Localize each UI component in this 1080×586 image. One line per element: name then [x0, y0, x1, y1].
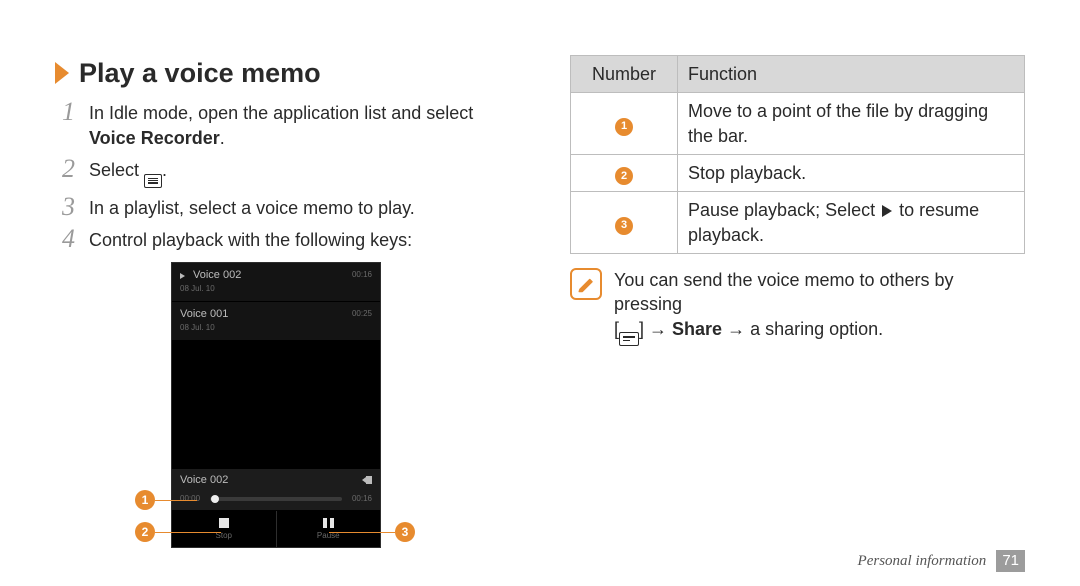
step-body: In a playlist, select a voice memo to pl…	[89, 194, 510, 220]
row-number-bubble: 2	[615, 167, 633, 185]
stop-icon	[219, 518, 229, 528]
step-4: 4 Control playback with the following ke…	[55, 226, 510, 252]
memo-date: 08 Jul. 10	[180, 284, 372, 295]
memo-duration: 00:16	[352, 270, 372, 281]
function-table: Number Function 1 Move to a point of the…	[570, 55, 1025, 254]
progress-bar-row: 00:00 00:16	[172, 490, 380, 511]
table-row: 1 Move to a point of the file by draggin…	[571, 93, 1025, 155]
table-row: 2 Stop playback.	[571, 154, 1025, 191]
callout-1: 1	[135, 490, 155, 510]
memo-title: Voice 002	[193, 268, 241, 283]
note-box: You can send the voice memo to others by…	[570, 268, 1025, 346]
now-playing-title: Voice 002	[180, 473, 228, 488]
step-number: 3	[55, 194, 75, 220]
elapsed-time: 00:00	[180, 494, 204, 505]
page-footer: Personal information 71	[858, 550, 1025, 572]
memo-date: 08 Jul. 10	[180, 323, 372, 334]
callout-2: 2	[135, 522, 155, 542]
callout-1-leader	[155, 500, 197, 501]
progress-track	[210, 497, 342, 501]
pause-button: Pause	[276, 511, 381, 547]
play-icon	[882, 205, 892, 217]
step-number: 1	[55, 99, 75, 125]
callout-2-leader	[155, 532, 221, 533]
callout-3: 3	[395, 522, 415, 542]
speaker-icon	[362, 476, 372, 484]
play-indicator-icon	[180, 273, 185, 279]
steps-list: 1 In Idle mode, open the application lis…	[55, 99, 510, 252]
th-number: Number	[571, 56, 678, 93]
phone-figure: Voice 002 00:16 08 Jul. 10 Voice 001 00:…	[171, 262, 381, 548]
step-body: Control playback with the following keys…	[89, 226, 510, 252]
step-2: 2 Select .	[55, 156, 510, 188]
note-icon	[570, 268, 602, 300]
step-3: 3 In a playlist, select a voice memo to …	[55, 194, 510, 220]
row-number-bubble: 1	[615, 118, 633, 136]
row-function: Stop playback.	[678, 154, 1025, 191]
memo-title: Voice 001	[180, 307, 228, 322]
step-body: In Idle mode, open the application list …	[89, 99, 510, 150]
row-function: Move to a point of the file by dragging …	[678, 93, 1025, 155]
phone-screen: Voice 002 00:16 08 Jul. 10 Voice 001 00:…	[171, 262, 381, 548]
pause-icon	[323, 518, 334, 528]
now-playing-panel: Voice 002 00:00 00:16	[172, 468, 380, 511]
row-number-bubble: 3	[615, 217, 633, 235]
callout-3-leader	[329, 532, 395, 533]
chevron-right-icon	[55, 62, 69, 84]
playback-controls: Stop Pause	[172, 510, 380, 547]
th-function: Function	[678, 56, 1025, 93]
menu-key-icon	[619, 332, 639, 346]
step-body: Select .	[89, 156, 510, 188]
memo-duration: 00:25	[352, 309, 372, 320]
progress-knob	[211, 495, 219, 503]
page-number: 71	[996, 550, 1025, 572]
memo-list: Voice 002 00:16 08 Jul. 10 Voice 001 00:…	[172, 263, 380, 340]
footer-section: Personal information	[858, 551, 987, 571]
section-heading: Play a voice memo	[55, 55, 510, 91]
step-1: 1 In Idle mode, open the application lis…	[55, 99, 510, 150]
note-body: You can send the voice memo to others by…	[614, 268, 1025, 346]
step-number: 2	[55, 156, 75, 182]
total-time: 00:16	[348, 494, 372, 505]
list-item: Voice 002 00:16 08 Jul. 10	[172, 263, 380, 302]
stop-button: Stop	[172, 511, 276, 547]
section-heading-text: Play a voice memo	[79, 55, 321, 91]
row-function: Pause playback; Select to resume playbac…	[678, 192, 1025, 254]
step-number: 4	[55, 226, 75, 252]
list-icon	[144, 174, 162, 188]
table-row: 3 Pause playback; Select to resume playb…	[571, 192, 1025, 254]
list-item: Voice 001 00:25 08 Jul. 10	[172, 302, 380, 341]
